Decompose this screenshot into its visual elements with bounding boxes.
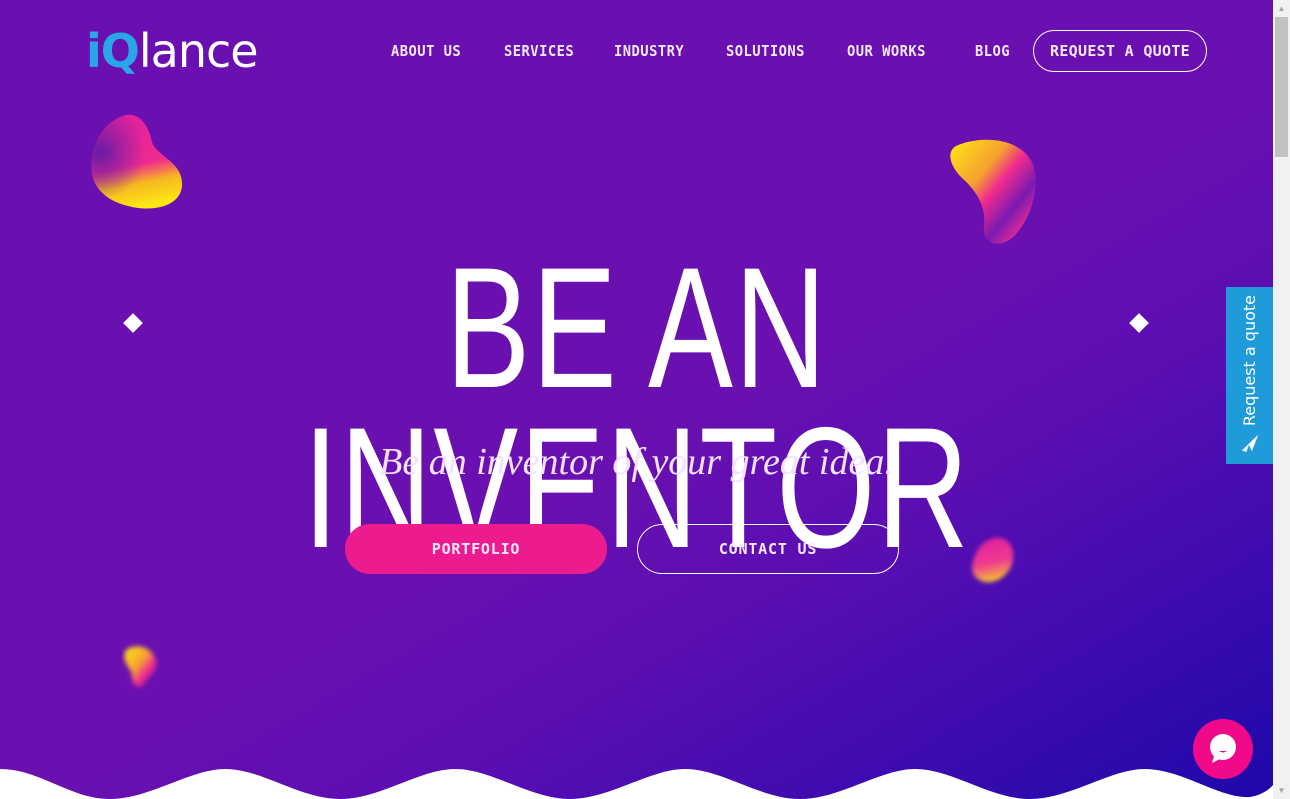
decorative-blob-icon: [124, 646, 157, 687]
nav-item-about-us[interactable]: ABOUT US: [391, 42, 461, 60]
logo[interactable]: iQ lance: [86, 24, 259, 78]
request-quote-button[interactable]: REQUEST A QUOTE: [1033, 30, 1207, 72]
hero-section: iQ lance ABOUT US SERVICES INDUSTRY SOLUT…: [0, 0, 1273, 799]
scroll-down-arrow-icon[interactable]: ▼: [1273, 782, 1290, 799]
page-scrollbar[interactable]: ▲ ▼: [1273, 0, 1290, 799]
side-request-quote-tab[interactable]: Request a quote: [1226, 287, 1273, 464]
logo-mark: iQ: [86, 24, 140, 78]
nav-item-services[interactable]: SERVICES: [504, 42, 574, 60]
hero-tagline: Be an inventor of your great idea.: [379, 441, 894, 483]
nav-item-industry[interactable]: INDUSTRY: [614, 42, 684, 60]
nav-item-our-works[interactable]: OUR WORKS: [847, 42, 926, 60]
decorative-blob-icon: [91, 114, 183, 209]
nav-item-solutions[interactable]: SOLUTIONS: [726, 42, 805, 60]
chat-bubble-icon: [1210, 734, 1236, 763]
side-quote-label: Request a quote: [1240, 294, 1259, 426]
decorative-diamond-icon: [123, 313, 143, 333]
contact-us-button[interactable]: CONTACT US: [637, 524, 899, 574]
decorative-blob-icon: [950, 139, 1036, 244]
decorative-diamond-icon: [1129, 313, 1149, 333]
chat-button[interactable]: [1193, 719, 1253, 779]
portfolio-button[interactable]: PORTFOLIO: [345, 524, 607, 574]
scroll-up-arrow-icon[interactable]: ▲: [1273, 0, 1290, 17]
scrollbar-thumb[interactable]: [1275, 17, 1288, 157]
hero-headline: BE AN INVENTOR: [303, 232, 971, 584]
paper-plane-icon: [1241, 434, 1258, 453]
logo-text: lance: [138, 24, 259, 78]
wave-divider: [0, 769, 1273, 799]
nav-item-blog[interactable]: BLOG: [975, 42, 1010, 60]
